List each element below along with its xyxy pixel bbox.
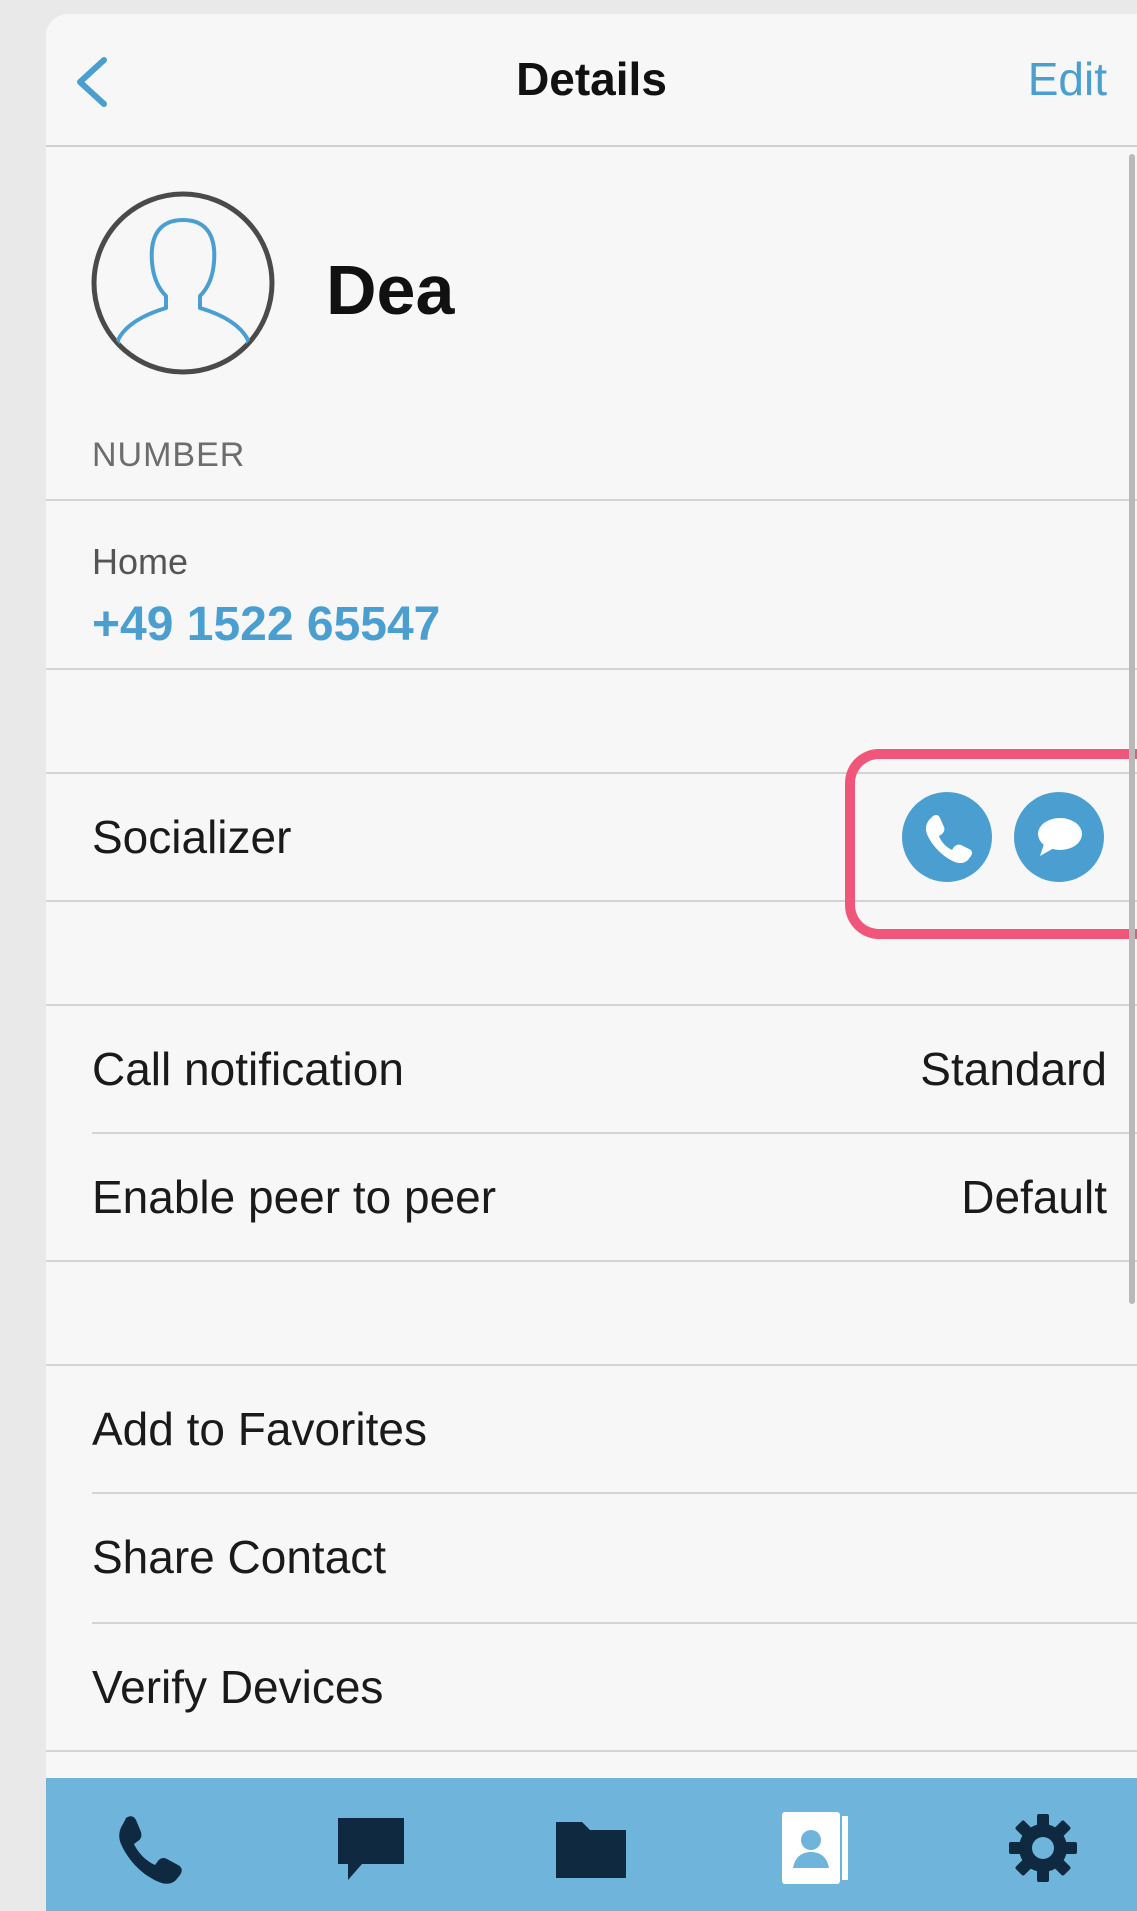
tab-calls[interactable] <box>106 1808 196 1888</box>
edit-button[interactable]: Edit <box>1028 52 1107 106</box>
tab-settings[interactable] <box>998 1808 1088 1888</box>
divider <box>46 668 1137 670</box>
number-section-label: NUMBER <box>92 436 246 474</box>
highlight-annotation <box>845 749 1137 939</box>
tab-files[interactable] <box>546 1808 636 1888</box>
contacts-icon <box>782 1812 848 1884</box>
avatar-icon <box>91 191 275 375</box>
folder-icon <box>556 1822 626 1878</box>
settings-gear-icon <box>1009 1814 1077 1882</box>
add-to-favorites-label: Add to Favorites <box>92 1403 427 1455</box>
details-screen: Details Edit Dea NUMBER Home +49 1522 65… <box>46 14 1137 1911</box>
page-title: Details <box>516 53 667 105</box>
share-contact-row[interactable]: Share Contact <box>46 1494 1137 1620</box>
phone-icon <box>119 1816 182 1884</box>
number-type-label: Home <box>92 541 189 582</box>
add-to-favorites-row[interactable]: Add to Favorites <box>46 1366 1137 1492</box>
socializer-label: Socializer <box>92 811 292 863</box>
share-contact-label: Share Contact <box>92 1531 387 1583</box>
scrollbar[interactable] <box>1129 154 1135 1304</box>
verify-devices-row[interactable]: Verify Devices <box>46 1624 1137 1750</box>
peer-to-peer-row[interactable]: Enable peer to peer Default <box>46 1134 1137 1260</box>
divider <box>46 1750 1137 1752</box>
verify-devices-label: Verify Devices <box>92 1661 384 1713</box>
peer-to-peer-label: Enable peer to peer <box>92 1171 497 1223</box>
contact-name: Dea <box>326 251 455 329</box>
phone-number-link[interactable]: +49 1522 65547 <box>92 597 440 652</box>
chat-icon <box>338 1818 404 1880</box>
divider <box>46 1260 1137 1262</box>
tab-chats[interactable] <box>326 1808 416 1888</box>
call-notification-row[interactable]: Call notification Standard <box>46 1006 1137 1132</box>
call-notification-value: Standard <box>920 1043 1107 1095</box>
tab-bar <box>46 1778 1137 1911</box>
navigation-bar: Details Edit <box>46 14 1137 147</box>
phone-number-row[interactable]: Home +49 1522 65547 <box>46 501 1137 669</box>
call-notification-label: Call notification <box>92 1043 404 1095</box>
tab-contacts[interactable] <box>768 1808 858 1888</box>
peer-to-peer-value: Default <box>961 1171 1107 1223</box>
